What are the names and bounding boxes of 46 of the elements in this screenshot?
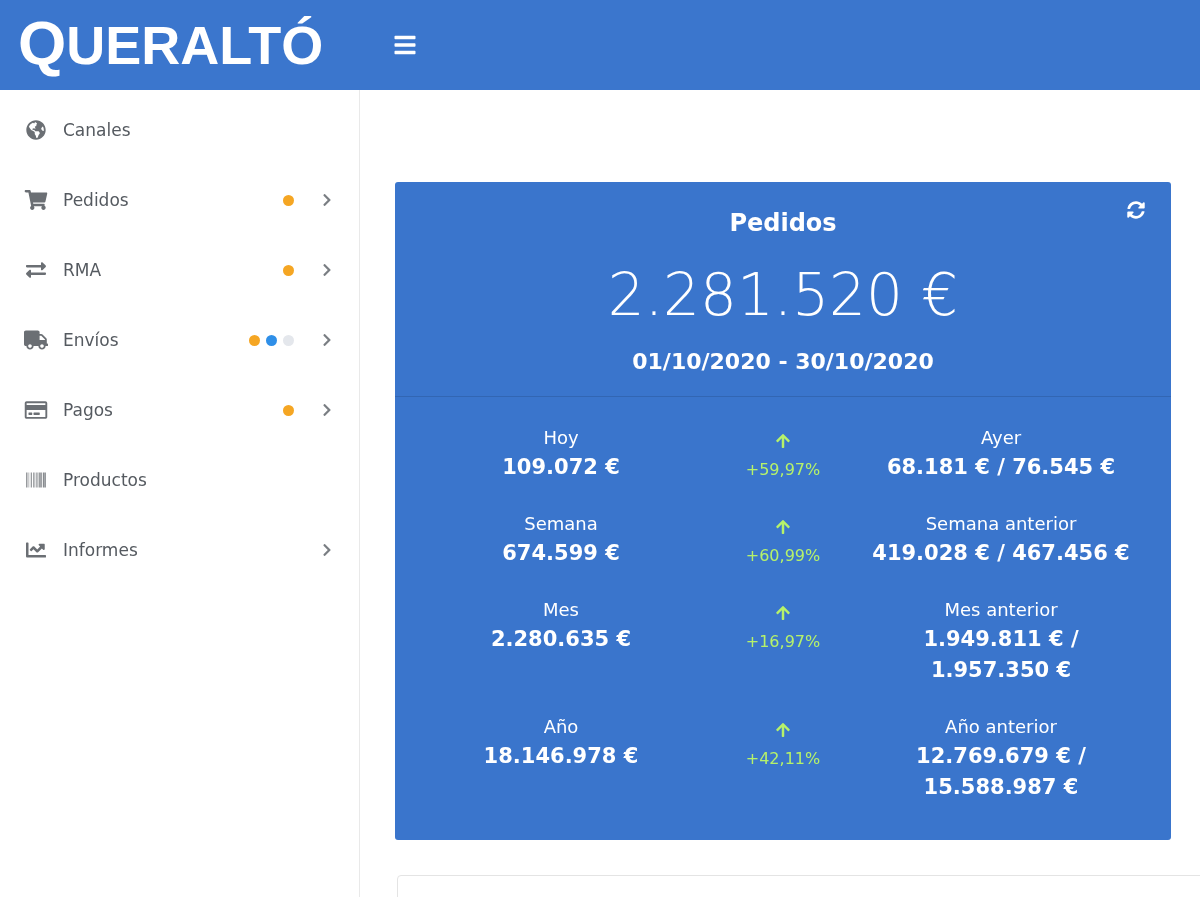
previous-label: Semana anterior [925,512,1077,536]
change-percent: +42,11% [745,748,821,770]
card-title: Pedidos [729,208,837,238]
stat-label: Hoy [543,426,579,450]
sidebar-item[interactable]: Envíos [0,305,359,375]
previous-label: Ayer [980,426,1022,450]
sidebar-item[interactable]: Productos [0,445,359,515]
refresh-icon[interactable] [1127,201,1145,219]
stat-label: Año [543,715,579,739]
sidebar-item[interactable]: Informes [0,515,359,585]
credit-card-icon [24,400,48,420]
stat-value: 18.146.978 € [483,743,639,770]
cart-icon [24,190,48,210]
previous-value: 68.181 € / 76.545 € [886,454,1116,481]
logo: QUERALTÓ [18,7,324,79]
previous-label: Año anterior [945,715,1057,739]
sidebar-item[interactable]: Canales [0,95,359,165]
change-percent: +16,97% [745,631,821,653]
previous-label: Mes anterior [944,598,1058,622]
stat-value: 109.072 € [502,454,620,481]
stat-label: Semana [524,512,598,536]
line-chart-icon [24,540,48,560]
truck-icon [24,330,48,350]
chevron-right-icon [322,193,332,207]
chevron-right-icon [322,543,332,557]
stat-value: 2.280.635 € [490,626,632,653]
sidebar-item[interactable]: Pedidos [0,165,359,235]
menu-button[interactable] [393,33,418,57]
stat-label: Mes [543,598,579,622]
total-amount: 2.281.520 € [607,260,959,330]
barcode-icon [24,470,48,490]
arrows-icon [24,260,48,280]
previous-value: 419.028 € / 467.456 € [872,540,1130,567]
change-percent: +60,99% [745,545,821,567]
sidebar-item[interactable]: RMA [0,235,359,305]
previous-value: 1.949.811 € / 1.957.350 € [922,626,1080,684]
globe-icon [24,120,48,140]
chevron-right-icon [322,263,332,277]
chevron-right-icon [322,333,332,347]
menu-icon [393,33,418,57]
date-range: 01/10/2020 - 30/10/2020 [632,348,934,376]
chevron-right-icon [322,403,332,417]
previous-value: 12.769.679 € / 15.588.987 € [915,743,1087,801]
sidebar-item[interactable]: Pagos [0,375,359,445]
stat-value: 674.599 € [502,540,620,567]
change-percent: +59,97% [745,459,821,481]
